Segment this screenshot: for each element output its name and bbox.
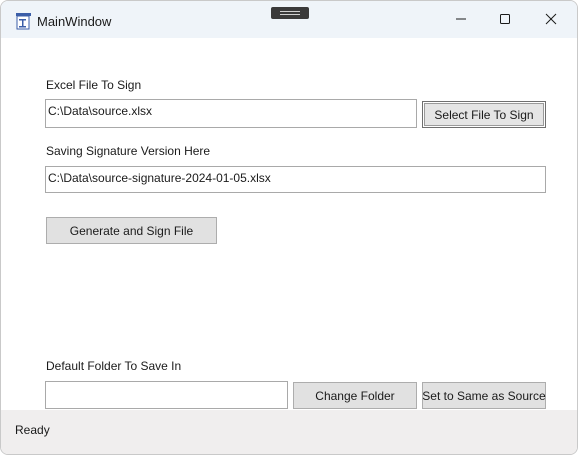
default-folder-input[interactable] xyxy=(45,381,288,409)
excel-file-input[interactable]: C:\Data\source.xlsx xyxy=(45,99,417,128)
window-title: MainWindow xyxy=(37,14,112,29)
status-bar: Ready xyxy=(1,410,577,454)
default-folder-label: Default Folder To Save In xyxy=(46,359,182,373)
main-window: MainWindow Excel File To Sign C:\Data\so… xyxy=(0,0,578,455)
generate-sign-button[interactable]: Generate and Sign File xyxy=(46,217,217,244)
maximize-icon xyxy=(499,12,511,30)
minimize-button[interactable] xyxy=(438,5,484,37)
change-folder-button[interactable]: Change Folder xyxy=(293,382,417,409)
set-same-as-source-button[interactable]: Set to Same as Source xyxy=(422,382,546,409)
snap-handle[interactable] xyxy=(271,7,309,19)
select-file-button[interactable]: Select File To Sign xyxy=(422,101,546,128)
signature-file-label: Saving Signature Version Here xyxy=(46,144,211,158)
close-icon xyxy=(545,12,557,30)
title-bar[interactable]: MainWindow xyxy=(1,1,577,38)
signature-file-input[interactable]: C:\Data\source-signature-2024-01-05.xlsx xyxy=(45,166,546,193)
status-text: Ready xyxy=(15,423,50,437)
close-button[interactable] xyxy=(528,5,574,37)
minimize-icon xyxy=(455,12,467,30)
maximize-button[interactable] xyxy=(482,5,528,37)
app-document-icon xyxy=(15,12,32,30)
excel-file-label: Excel File To Sign xyxy=(46,78,142,92)
